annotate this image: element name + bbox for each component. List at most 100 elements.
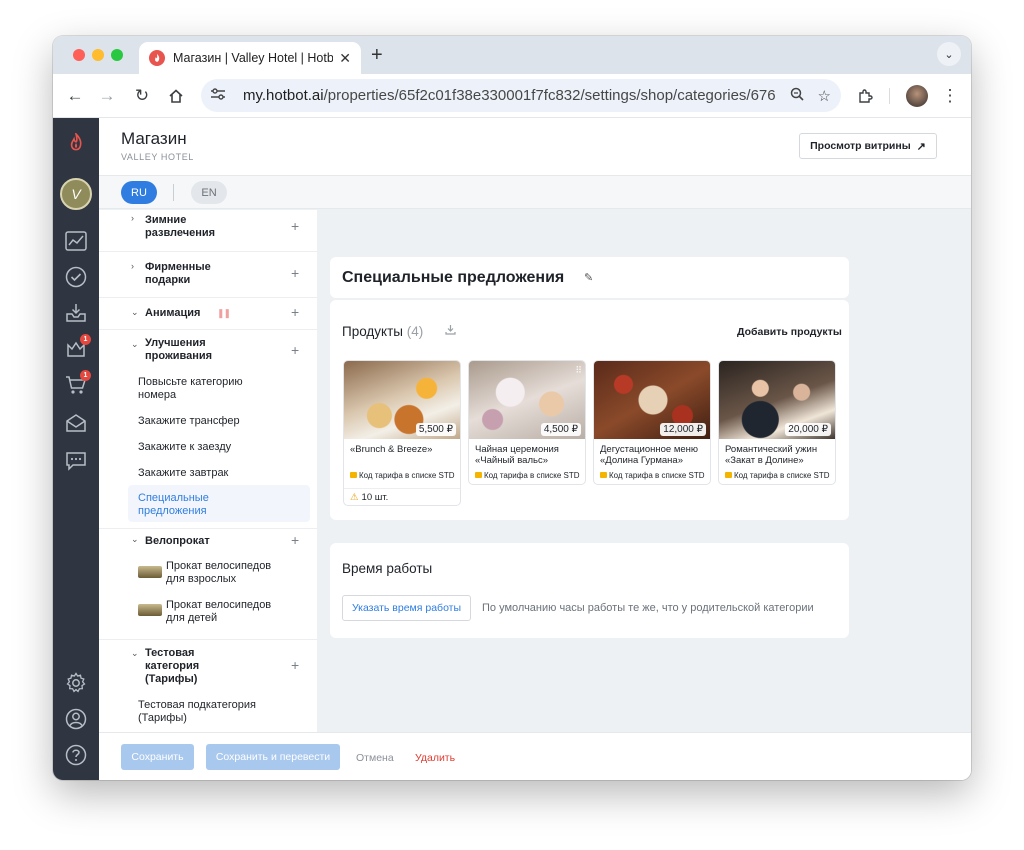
rate-code-icon [350,472,357,478]
language-tab-en[interactable]: EN [191,181,227,204]
edit-pencil-icon[interactable]: ✎ [584,271,593,284]
category-tree: › Зимние развлечения + › Фирменные подар… [99,210,317,732]
shop-badge: 1 [80,370,91,381]
help-icon[interactable] [61,740,91,770]
tree-leaf[interactable]: Повысьте категорию номера [138,376,268,402]
tree-node-label[interactable]: Велопрокат [145,535,210,548]
inbox-icon[interactable] [61,298,91,328]
rate-code-icon [475,472,482,478]
product-stock: ⚠ 10 шт. [344,488,460,505]
preview-storefront-label: Просмотр витрины [810,140,911,152]
maximize-window-button[interactable] [111,49,123,61]
hotbot-favicon-icon [149,50,165,66]
new-tab-icon[interactable]: + [371,44,383,66]
app-sidebar: V 1 1 [53,118,99,780]
product-name: Романтический ужин «Закат в Долине» [725,444,818,466]
chevron-right-icon[interactable]: › [131,213,134,223]
chevron-down-icon[interactable]: ⌄ [937,42,961,66]
product-name: Дегустационное меню «Долина Гурмана» [600,444,699,466]
cancel-button[interactable]: Отмена [356,752,394,764]
tree-node-label[interactable]: Улучшения проживания [145,337,245,363]
chevron-down-icon[interactable]: ⌄ [131,648,139,659]
tree-node-winter[interactable]: › Зимние развлечения + [99,210,317,252]
tree-leaf[interactable]: Закажите завтрак [138,467,228,480]
add-products-button[interactable]: Добавить продукты [737,326,842,338]
set-hours-button[interactable]: Указать время работы [342,595,471,621]
tree-node-animation[interactable]: ⌄ Анимация ❚❚ + [99,298,317,330]
tasks-icon[interactable] [61,262,91,292]
product-card[interactable]: 20,000 ₽ Романтический ужин «Закат в Дол… [718,360,836,485]
shop-cart-icon[interactable]: 1 [61,370,91,400]
products-card: Продукты (4) Добавить продукты 5,500 ₽ «… [330,300,849,520]
product-price: 12,000 ₽ [660,423,706,436]
working-hours-title: Время работы [342,561,433,576]
product-price: 5,500 ₽ [415,423,456,436]
add-subcategory-icon[interactable]: + [291,218,299,234]
chevron-down-icon[interactable]: ⌄ [131,339,139,350]
add-subcategory-icon[interactable]: + [291,532,299,548]
zoom-icon[interactable] [790,87,804,105]
close-window-button[interactable] [73,49,85,61]
add-subcategory-icon[interactable]: + [291,304,299,320]
user-profile-icon[interactable] [61,704,91,734]
add-subcategory-icon[interactable]: + [291,265,299,281]
hotbot-logo-icon[interactable] [61,128,91,158]
tree-leaf[interactable]: Прокат велосипедов для детей [166,599,286,625]
settings-gear-icon[interactable] [61,668,91,698]
bike-thumbnail [138,566,162,578]
toolbar-divider [889,88,890,104]
product-rate-code: Код тарифа в списке STD [475,471,583,481]
save-and-translate-button[interactable]: Сохранить и перевести [206,744,340,770]
upsell-icon[interactable]: 1 [61,334,91,364]
chevron-down-icon[interactable]: ⌄ [131,307,139,318]
tree-leaf[interactable]: Прокат велосипедов для взрослых [166,560,286,586]
profile-avatar[interactable] [906,85,928,107]
category-title-card: Специальные предложения ✎ [330,257,849,298]
add-subcategory-icon[interactable]: + [291,342,299,358]
close-tab-icon[interactable]: ✕ [339,50,351,67]
tree-node-gifts[interactable]: › Фирменные подарки + [99,252,317,298]
reload-icon[interactable]: ↻ [132,86,152,106]
drag-handle-icon[interactable]: ⠿ [575,365,582,376]
product-card[interactable]: 5,500 ₽ «Brunch & Breeze» Код тарифа в с… [343,360,461,506]
star-icon[interactable]: ☆ [818,87,831,105]
add-subcategory-icon[interactable]: + [291,657,299,673]
rate-code-icon [600,472,607,478]
property-avatar[interactable]: V [60,178,92,210]
save-button[interactable]: Сохранить [121,744,194,770]
chat-icon[interactable] [61,446,91,476]
tree-leaf[interactable]: Закажите трансфер [138,415,240,428]
tree-node-label[interactable]: Тестовая категория (Тарифы) [145,647,225,686]
paused-icon: ❚❚ [217,308,231,318]
chevron-down-icon[interactable]: ⌄ [131,534,139,545]
tree-node-label: Фирменные подарки [145,261,211,286]
rate-code-icon [725,472,732,478]
browser-toolbar: ← → ↻ my.hotbot.ai/properties/65f2c01f38… [53,74,971,118]
page-title: Магазин [121,129,187,148]
mailing-icon[interactable] [61,408,91,438]
product-card[interactable]: ⠿ 4,500 ₽ Чайная церемония «Чайный вальс… [468,360,586,485]
product-card[interactable]: 12,000 ₽ Дегустационное меню «Долина Гур… [593,360,711,485]
back-arrow-icon[interactable]: ← [65,86,85,106]
chevron-right-icon[interactable]: › [131,261,134,271]
language-tab-ru[interactable]: RU [121,181,157,204]
forward-arrow-icon[interactable]: → [97,86,117,106]
bike-thumbnail [138,604,162,616]
tune-icon[interactable] [211,88,231,103]
preview-storefront-button[interactable]: Просмотр витрины ↗ [799,133,937,159]
delete-button[interactable]: Удалить [415,752,455,764]
extensions-icon[interactable] [855,86,875,106]
tree-leaf-active[interactable]: Специальные предложения [138,492,238,518]
kebab-menu-icon[interactable]: ⋮ [940,86,960,106]
tree-leaf[interactable]: Закажите к заезду [138,441,231,454]
home-icon[interactable] [166,86,186,106]
minimize-window-button[interactable] [92,49,104,61]
analytics-icon[interactable] [61,226,91,256]
tree-leaf[interactable]: Тестовая подкатегория (Тарифы) [138,699,278,725]
main-content: Магазин VALLEY HOTEL Просмотр витрины ↗ … [99,118,971,780]
product-price: 4,500 ₽ [540,423,581,436]
product-price: 20,000 ₽ [785,423,831,436]
browser-tab[interactable]: Магазин | Valley Hotel | Hotbot ✕ [139,42,361,74]
download-icon[interactable] [445,324,456,338]
address-bar[interactable]: my.hotbot.ai/properties/65f2c01f38e33000… [201,79,841,112]
